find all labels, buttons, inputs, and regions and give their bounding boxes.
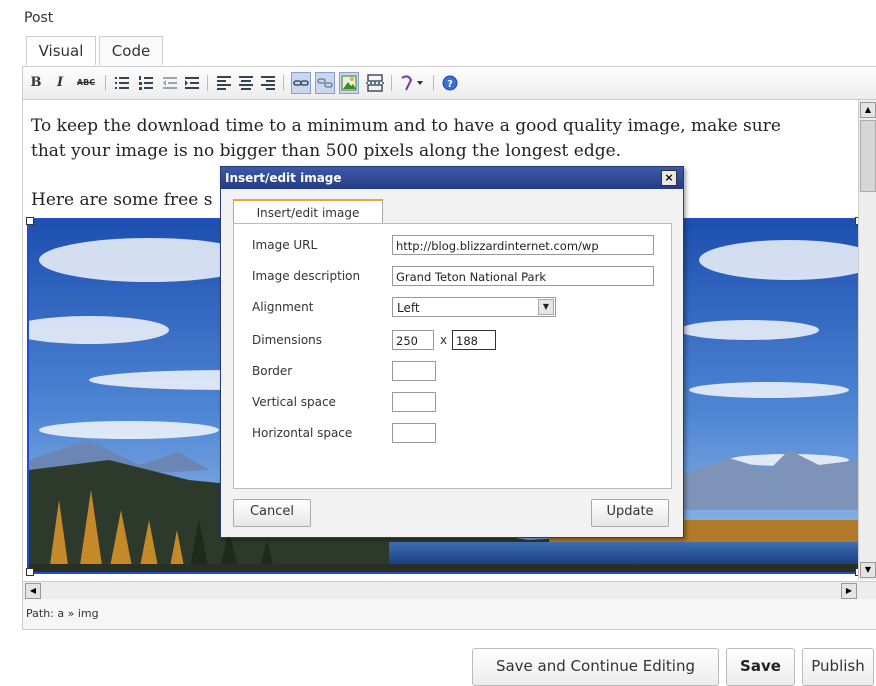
toolbar-separator <box>433 75 434 91</box>
resize-handle-top-left[interactable] <box>26 217 34 225</box>
alignment-label: Alignment <box>252 300 314 314</box>
editor-toolbar: B I ABC ? <box>22 66 876 101</box>
help-icon[interactable]: ? <box>441 74 459 92</box>
alignment-selected-value: Left <box>397 301 420 315</box>
close-icon[interactable]: × <box>661 170 677 186</box>
tab-code[interactable]: Code <box>99 36 163 65</box>
horizontal-scrollbar[interactable]: ◀ ▶ <box>23 581 876 600</box>
link-icon[interactable] <box>291 72 311 94</box>
align-center-icon[interactable] <box>237 74 255 92</box>
more-tag-icon[interactable] <box>365 74 385 92</box>
update-button[interactable]: Update <box>591 499 669 527</box>
insert-edit-image-dialog: Insert/edit image × Insert/edit image Im… <box>220 166 684 538</box>
image-url-input[interactable]: http://blog.blizzardinternet.com/wp <box>392 235 654 255</box>
numbered-list-icon[interactable] <box>137 74 155 92</box>
bold-button[interactable]: B <box>29 74 43 92</box>
dimensions-separator: x <box>440 333 448 347</box>
resize-handle-bottom-left[interactable] <box>26 568 34 576</box>
vertical-scrollbar[interactable]: ▲ ▼ <box>858 100 876 580</box>
dialog-tab-insert-edit-image[interactable]: Insert/edit image <box>233 199 383 225</box>
italic-button[interactable]: I <box>53 74 67 92</box>
align-left-icon[interactable] <box>215 74 233 92</box>
scroll-left-arrow-icon[interactable]: ◀ <box>25 583 41 599</box>
image-description-label: Image description <box>252 269 361 283</box>
toolbar-separator <box>105 75 106 91</box>
post-label: Post <box>24 10 54 26</box>
indent-icon[interactable] <box>183 74 201 92</box>
editor-path-bar: Path: a » img <box>22 599 876 630</box>
spellcheck-icon[interactable] <box>399 74 427 92</box>
tab-visual[interactable]: Visual <box>26 36 96 65</box>
dialog-title: Insert/edit image <box>225 171 342 185</box>
paragraph-1: To keep the download time to a minimum a… <box>31 116 781 161</box>
horizontal-space-input[interactable] <box>392 423 436 443</box>
element-path: Path: a » img <box>26 607 99 620</box>
outdent-icon[interactable] <box>161 74 179 92</box>
alignment-select[interactable]: Left ▼ <box>392 297 556 317</box>
dialog-title-bar[interactable]: Insert/edit image <box>221 167 683 189</box>
image-description-input[interactable]: Grand Teton National Park <box>392 266 654 286</box>
height-input[interactable]: 188 <box>452 330 496 350</box>
scroll-right-arrow-icon[interactable]: ▶ <box>841 583 857 599</box>
vertical-space-label: Vertical space <box>252 395 336 409</box>
toolbar-separator <box>207 75 208 91</box>
border-input[interactable] <box>392 361 436 381</box>
scroll-down-arrow-icon[interactable]: ▼ <box>860 562 876 578</box>
toolbar-separator <box>283 75 284 91</box>
chevron-down-icon[interactable]: ▼ <box>538 299 554 315</box>
cancel-button[interactable]: Cancel <box>233 499 311 527</box>
save-button[interactable]: Save <box>726 648 795 686</box>
insert-image-icon[interactable] <box>339 72 359 94</box>
toolbar-separator <box>391 75 392 91</box>
border-label: Border <box>252 364 293 378</box>
dialog-form-panel: Image URL http://blog.blizzardinternet.c… <box>233 223 672 489</box>
vertical-space-input[interactable] <box>392 392 436 412</box>
scroll-up-arrow-icon[interactable]: ▲ <box>860 102 876 118</box>
vertical-scroll-thumb[interactable] <box>860 120 876 192</box>
strikethrough-button[interactable]: ABC <box>75 74 97 92</box>
dimensions-label: Dimensions <box>252 333 323 347</box>
publish-button[interactable]: Publish <box>802 648 874 686</box>
width-input[interactable]: 250 <box>392 330 434 350</box>
align-right-icon[interactable] <box>259 74 277 92</box>
save-and-continue-button[interactable]: Save and Continue Editing <box>472 648 719 686</box>
bullet-list-icon[interactable] <box>113 74 131 92</box>
horizontal-space-label: Horizontal space <box>252 426 353 440</box>
image-url-label: Image URL <box>252 238 318 252</box>
svg-text:?: ? <box>447 79 453 90</box>
unlink-icon[interactable] <box>315 72 335 94</box>
